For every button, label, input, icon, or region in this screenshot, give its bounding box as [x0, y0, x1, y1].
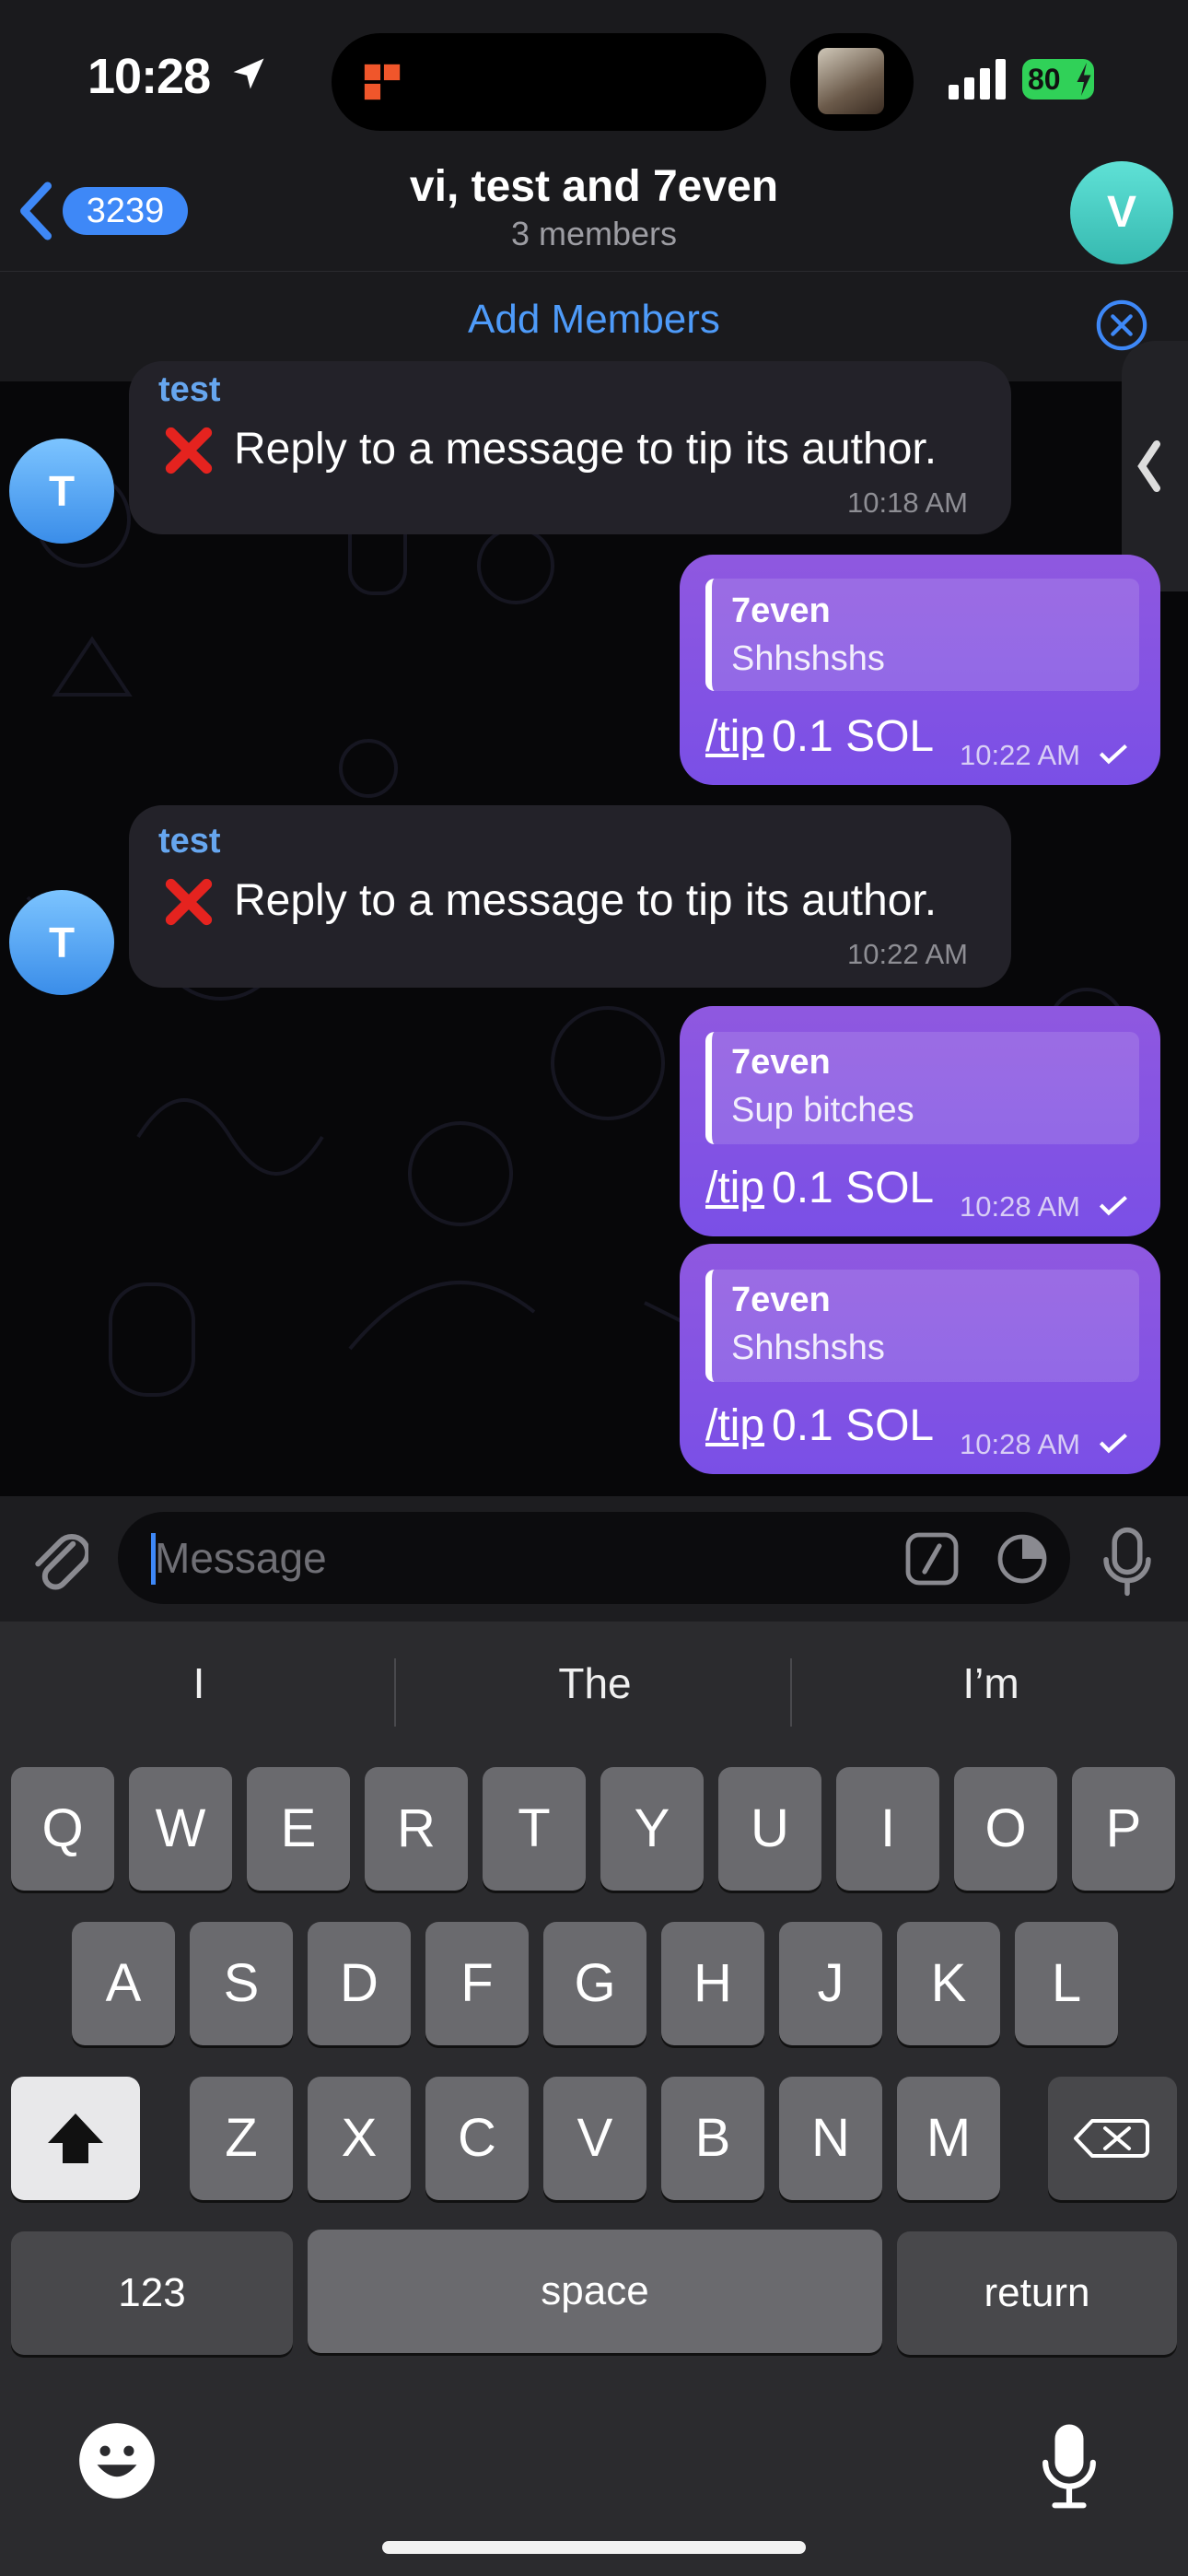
message-time: 10:28 AM: [960, 1190, 1080, 1223]
key-m[interactable]: M: [897, 2077, 1000, 2200]
emoji-icon[interactable]: [77, 2421, 157, 2500]
sent-check-icon: [1099, 1433, 1127, 1454]
key-u[interactable]: U: [718, 1767, 821, 1891]
location-arrow-icon: [233, 58, 264, 89]
home-indicator[interactable]: [382, 2541, 806, 2554]
back-chevron-icon[interactable]: [18, 181, 55, 241]
reply-text: Shhshshs: [731, 1329, 885, 1367]
key-l[interactable]: L: [1015, 1922, 1118, 2045]
group-avatar[interactable]: V: [1070, 161, 1173, 264]
key-f[interactable]: F: [425, 1922, 529, 2045]
key-c[interactable]: C: [425, 2077, 529, 2200]
side-panel-tab[interactable]: [1122, 341, 1188, 591]
microphone-icon[interactable]: [1101, 1526, 1153, 1598]
key-n[interactable]: N: [779, 2077, 882, 2200]
message-text: 0.1 SOL: [772, 712, 935, 761]
reply-author: 7even: [731, 591, 831, 630]
signal-icon: [949, 59, 1006, 100]
sticker-icon[interactable]: [995, 1531, 1050, 1587]
sender-name[interactable]: test: [158, 822, 221, 861]
suggestion[interactable]: I: [6, 1658, 392, 1708]
delete-key[interactable]: [1048, 2077, 1177, 2200]
tip-command-link[interactable]: /tip: [705, 711, 764, 762]
video-thumbnail[interactable]: [818, 48, 884, 114]
key-b[interactable]: B: [661, 2077, 764, 2200]
reply-author: 7even: [731, 1043, 831, 1082]
space-key[interactable]: space: [308, 2230, 882, 2353]
message-text: Reply to a message to tip its author.: [234, 876, 938, 925]
sender-name[interactable]: test: [158, 370, 221, 410]
app-activity-icon: [364, 64, 401, 100]
key-i[interactable]: I: [836, 1767, 939, 1891]
shift-key[interactable]: [11, 2077, 140, 2200]
key-s[interactable]: S: [190, 1922, 293, 2045]
key-w[interactable]: W: [129, 1767, 232, 1891]
reply-text: Shhshshs: [731, 639, 885, 678]
chevron-left-icon: [1137, 440, 1160, 492]
reply-author: 7even: [731, 1281, 831, 1319]
sender-avatar[interactable]: T: [9, 439, 114, 544]
bot-commands-icon[interactable]: [904, 1531, 960, 1587]
return-key[interactable]: return: [897, 2231, 1177, 2355]
message-time: 10:22 AM: [960, 739, 1080, 771]
key-k[interactable]: K: [897, 1922, 1000, 2045]
status-time: 10:28: [87, 49, 211, 104]
add-members-button[interactable]: Add Members: [0, 297, 1188, 343]
key-j[interactable]: J: [779, 1922, 882, 2045]
suggestion[interactable]: I’m: [798, 1658, 1184, 1708]
suggestion[interactable]: The: [402, 1658, 788, 1708]
key-t[interactable]: T: [483, 1767, 586, 1891]
key-d[interactable]: D: [308, 1922, 411, 2045]
key-q[interactable]: Q: [11, 1767, 114, 1891]
key-p[interactable]: P: [1072, 1767, 1175, 1891]
backspace-icon: [1074, 2119, 1149, 2158]
dictation-microphone-icon[interactable]: [1041, 2421, 1098, 2513]
key-v[interactable]: V: [543, 2077, 646, 2200]
tip-command-link[interactable]: /tip: [705, 1400, 764, 1451]
suggestion-divider: [394, 1658, 396, 1727]
sender-avatar[interactable]: T: [9, 890, 114, 995]
key-a[interactable]: A: [72, 1922, 175, 2045]
key-r[interactable]: R: [365, 1767, 468, 1891]
key-z[interactable]: Z: [190, 2077, 293, 2200]
key-y[interactable]: Y: [600, 1767, 704, 1891]
key-x[interactable]: X: [308, 2077, 411, 2200]
chat-title[interactable]: vi, test and 7even: [276, 161, 912, 212]
charging-bolt-icon: [1077, 63, 1091, 96]
shift-arrow-icon: [48, 2113, 103, 2163]
numbers-key[interactable]: 123: [11, 2231, 293, 2355]
paperclip-icon[interactable]: [28, 1524, 88, 1594]
sent-check-icon: [1099, 744, 1127, 765]
suggestion-divider: [790, 1658, 792, 1727]
message-time: 10:18 AM: [847, 486, 968, 519]
message-time: 10:22 AM: [847, 938, 968, 970]
member-count: 3 members: [510, 215, 678, 252]
cross-mark-icon: [165, 427, 213, 474]
tip-command-link[interactable]: /tip: [705, 1163, 764, 1213]
text-cursor: [151, 1533, 156, 1585]
unread-count-badge[interactable]: 3239: [63, 187, 188, 235]
key-e[interactable]: E: [247, 1767, 350, 1891]
key-h[interactable]: H: [661, 1922, 764, 2045]
message-text: 0.1 SOL: [772, 1164, 935, 1212]
key-g[interactable]: G: [543, 1922, 646, 2045]
key-o[interactable]: O: [954, 1767, 1057, 1891]
message-text: Reply to a message to tip its author.: [234, 425, 938, 474]
sent-check-icon: [1099, 1195, 1127, 1216]
reply-text: Sup bitches: [731, 1091, 914, 1130]
cross-mark-icon: [165, 878, 213, 926]
message-time: 10:28 AM: [960, 1428, 1080, 1460]
message-text: 0.1 SOL: [772, 1401, 935, 1450]
